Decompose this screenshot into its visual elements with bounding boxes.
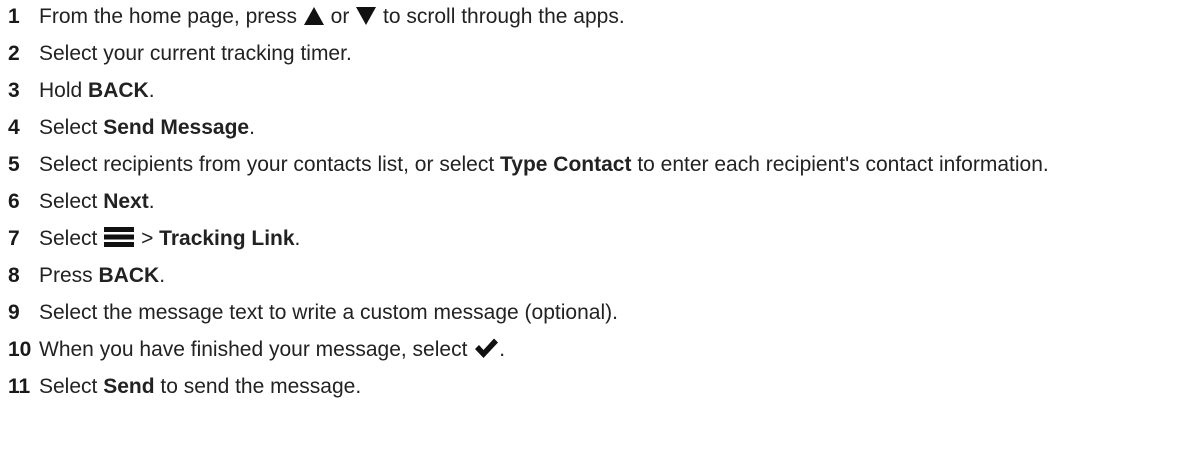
step-number: 10 xyxy=(8,338,32,361)
step-text-part: . xyxy=(148,79,155,102)
step-number: 1 xyxy=(8,5,20,28)
step-number: 8 xyxy=(8,264,20,287)
step-text: Select Send to send the message. xyxy=(32,374,1185,400)
step-number: 5 xyxy=(8,153,20,176)
step-text: Select your current tracking timer. xyxy=(39,42,352,65)
step-text-part: Select xyxy=(39,227,98,250)
step-10: 10 When you have finished your message, … xyxy=(8,337,1185,363)
step-2: 2 Select your current tracking timer. xyxy=(8,41,1185,67)
step-text-part: Select recipients from your contacts lis… xyxy=(39,153,501,176)
step-7: 7 Select > Tracking Link. xyxy=(8,226,1185,252)
step-5: 5 Select recipients from your contacts l… xyxy=(8,152,1185,178)
step-number: 6 xyxy=(8,190,20,213)
step-4: 4 Select Send Message. xyxy=(8,115,1185,141)
step-text: Select Send Message. xyxy=(30,115,1185,141)
step-text: Select recipients from your contacts lis… xyxy=(30,152,1185,178)
step-number: 7 xyxy=(8,227,20,250)
step-text-part: . xyxy=(294,227,301,250)
step-text-part: . xyxy=(499,338,506,361)
step-9: 9 Select the message text to write a cus… xyxy=(8,300,1185,326)
step-text-part: From the home page, press xyxy=(39,5,297,28)
step-text-part: Select xyxy=(39,375,104,398)
step-number: 2 xyxy=(8,42,20,65)
step-key-label: Next xyxy=(103,190,149,213)
step-text: From the home page, press or to scroll t… xyxy=(30,4,1185,30)
step-number: 11 xyxy=(8,375,31,398)
step-key-label: Send Message xyxy=(103,116,250,139)
step-text-part: . xyxy=(249,116,255,139)
step-text: Select > Tracking Link. xyxy=(30,226,1185,252)
step-text-part: Select xyxy=(39,116,104,139)
step-text-part: to enter each recipient's contact inform… xyxy=(631,153,1049,176)
down-triangle-icon xyxy=(355,6,377,26)
step-key-label: BACK xyxy=(88,79,149,102)
step-text-part: to send the message. xyxy=(154,375,362,398)
step-number: 3 xyxy=(8,79,20,102)
step-text-part: Press xyxy=(39,264,99,287)
step-6: 6 Select Next. xyxy=(8,189,1185,215)
checkmark-icon xyxy=(473,337,499,359)
step-text: When you have finished your message, sel… xyxy=(32,337,1185,363)
step-8: 8 Press BACK. xyxy=(8,263,1185,289)
step-text: Select Next. xyxy=(30,189,1185,215)
menu-icon xyxy=(103,226,135,248)
step-text-part: to scroll through the apps. xyxy=(383,5,625,28)
step-text-part: When you have finished your message, sel… xyxy=(39,338,468,361)
step-key-label: Send xyxy=(103,375,155,398)
up-triangle-icon xyxy=(303,6,325,26)
step-text-part: or xyxy=(330,5,350,28)
step-key-label: Type Contact xyxy=(500,153,632,176)
step-number: 9 xyxy=(8,301,20,324)
step-text-part: Select xyxy=(39,190,104,213)
step-key-label: Tracking Link xyxy=(159,227,295,250)
step-text-part: . xyxy=(148,190,155,213)
step-text: Press BACK. xyxy=(30,263,1185,289)
menu-separator: > xyxy=(141,227,154,250)
step-1: 1 From the home page, press or to scroll… xyxy=(8,4,1185,30)
step-text-part: . xyxy=(159,264,166,287)
step-number: 4 xyxy=(8,116,20,139)
step-key-label: BACK xyxy=(98,264,160,287)
step-text: Hold BACK. xyxy=(30,78,1185,104)
instruction-steps: 1 From the home page, press or to scroll… xyxy=(0,0,1185,400)
step-3: 3 Hold BACK. xyxy=(8,78,1185,104)
step-11: 11 Select Send to send the message. xyxy=(8,374,1185,400)
step-text: Select the message text to write a custo… xyxy=(39,301,618,324)
step-text-part: Hold xyxy=(39,79,89,102)
